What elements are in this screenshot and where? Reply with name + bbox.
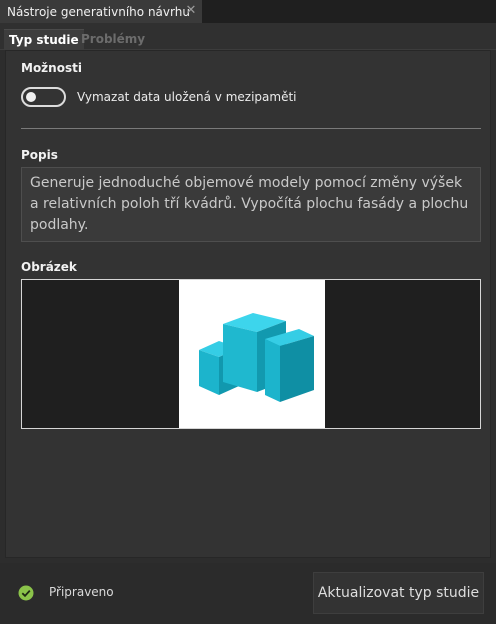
clear-cache-label: Vymazat data uložená v mezipaměti <box>77 90 297 104</box>
tab-study-type[interactable]: Typ studie <box>4 29 84 50</box>
update-study-type-button[interactable]: Aktualizovat typ studie <box>313 572 484 614</box>
cuboid-massing-illustration <box>199 313 314 402</box>
check-circle-icon <box>18 585 34 601</box>
section-divider <box>21 128 481 129</box>
window-tab-generative-design[interactable]: Nástroje generativního návrhu ✕ <box>0 0 202 23</box>
tab-problems[interactable]: Problémy <box>76 29 150 50</box>
study-tabs: Typ studie Problémy <box>0 23 496 50</box>
close-icon[interactable]: ✕ <box>184 4 198 18</box>
study-type-panel: Možnosti Vymazat data uložená v mezipamě… <box>5 50 491 558</box>
massing-thumbnail <box>179 280 325 428</box>
window-tab-title: Nástroje generativního návrhu <box>7 4 190 19</box>
toggle-knob <box>26 92 36 102</box>
image-heading: Obrázek <box>21 260 77 274</box>
status-text: Připraveno <box>49 585 114 599</box>
window-tab-bar: Nástroje generativního návrhu ✕ <box>0 0 496 23</box>
options-heading: Možnosti <box>21 61 82 75</box>
clear-cache-toggle[interactable] <box>21 87 66 107</box>
description-heading: Popis <box>21 148 58 162</box>
status-bar: Připraveno Aktualizovat typ studie <box>0 563 496 624</box>
study-preview-image <box>21 279 481 429</box>
description-text: Generuje jednoduché objemové modely pomo… <box>21 167 481 242</box>
